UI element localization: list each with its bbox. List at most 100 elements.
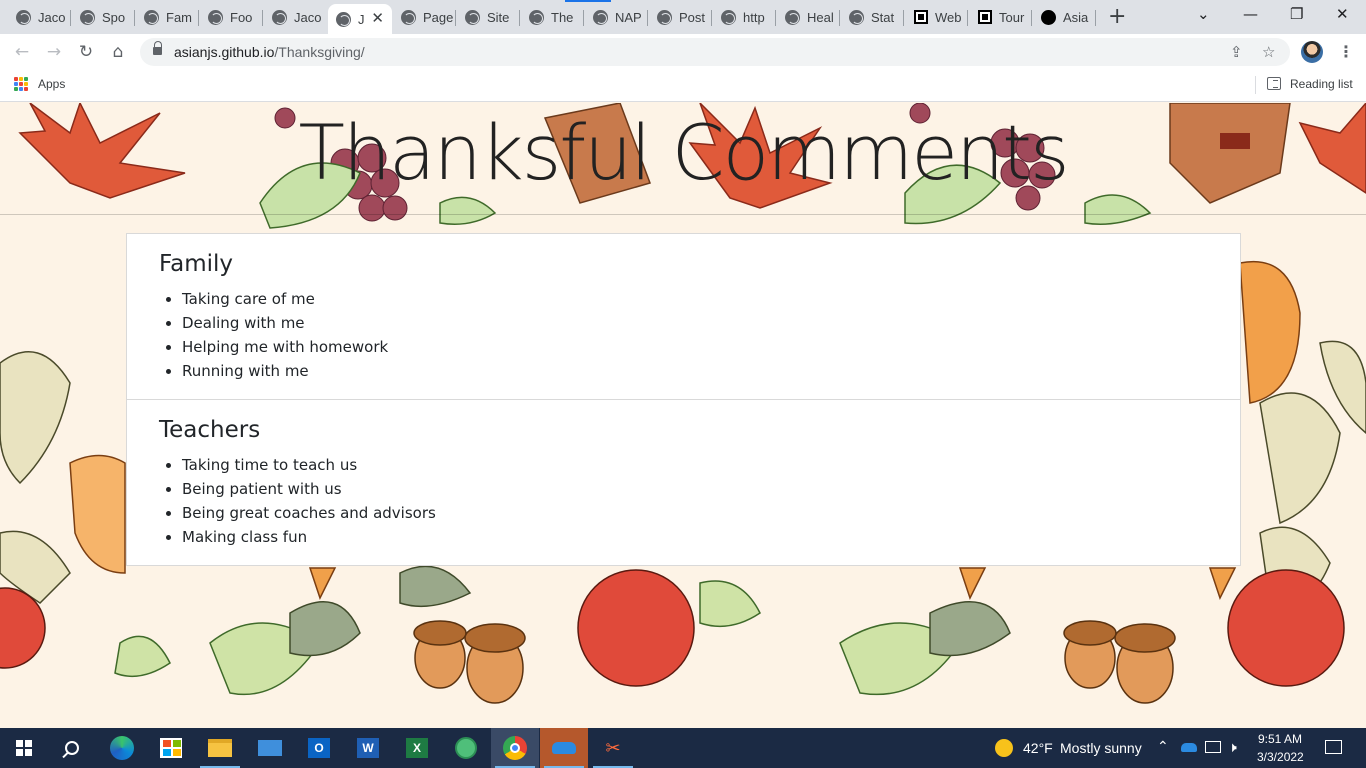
bookmarks-divider	[1255, 76, 1256, 94]
tab[interactable]: Web	[905, 4, 968, 30]
search-icon[interactable]	[48, 728, 96, 768]
chevron-up-icon[interactable]: ⌃	[1157, 738, 1169, 755]
clock-time[interactable]: 9:51 AM	[1258, 732, 1302, 746]
forward-arrow-icon[interactable]: →	[42, 40, 66, 64]
word-icon[interactable]: W	[344, 728, 392, 768]
tab[interactable]: Site	[457, 4, 520, 30]
menu-kebab-icon[interactable]: ⋮	[1338, 42, 1354, 61]
page-viewport: Thanksful Comments Family Taking care of…	[0, 103, 1366, 728]
tab[interactable]: Foo	[200, 4, 263, 30]
tab[interactable]: Post	[649, 4, 712, 30]
tab-label: Spo	[102, 9, 126, 25]
tab[interactable]: Jaco	[8, 4, 71, 30]
lock-icon[interactable]	[153, 41, 162, 56]
tab[interactable]: http	[713, 4, 776, 30]
tab-strip: Jaco Spo Fam Foo Jaco J ✕ Page Site The …	[0, 0, 1366, 34]
tab[interactable]: Fam	[136, 4, 199, 30]
apps-bookmark[interactable]: Apps	[38, 77, 65, 91]
section-list: Taking time to teach us Being patient wi…	[182, 453, 436, 549]
notifications-icon[interactable]	[1325, 740, 1342, 754]
bookmarks-bar	[0, 70, 1366, 102]
tab-label: Stat	[871, 9, 895, 25]
close-tab-icon[interactable]: ✕	[371, 9, 384, 27]
tab[interactable]: Spo	[72, 4, 135, 30]
bookmark-star-icon[interactable]: ☆	[1262, 43, 1275, 61]
onedrive-tray-icon[interactable]	[1181, 743, 1197, 752]
speaker-muted-icon[interactable]: 🕨	[1228, 739, 1237, 756]
square-logo-icon	[913, 10, 928, 25]
tab[interactable]: Tour	[969, 4, 1032, 30]
atom-icon[interactable]	[442, 728, 490, 768]
acorn-illustration	[413, 620, 1176, 704]
globe-icon	[401, 9, 416, 25]
list-item: Helping me with homework	[182, 335, 388, 359]
reload-icon[interactable]: ↻	[74, 40, 98, 64]
tab-loading-indicator	[565, 0, 611, 2]
section-card-teachers: Teachers Taking time to teach us Being p…	[126, 399, 1241, 566]
tab-label: Site	[487, 9, 510, 25]
tab-label: Foo	[230, 9, 253, 25]
section-card-family: Family Taking care of me Dealing with me…	[126, 233, 1241, 400]
profile-avatar[interactable]	[1301, 41, 1323, 63]
weather-temp[interactable]: 42°F	[1023, 740, 1053, 756]
mail-icon[interactable]	[246, 728, 294, 768]
tab-label: Tour	[999, 9, 1025, 25]
list-item: Taking care of me	[182, 287, 388, 311]
globe-icon	[465, 9, 480, 25]
tab-label: Jaco	[294, 9, 322, 25]
chrome-icon[interactable]	[491, 728, 539, 768]
excel-icon[interactable]: X	[393, 728, 441, 768]
back-arrow-icon[interactable]: ←	[10, 40, 34, 64]
tab-label: Heal	[807, 9, 834, 25]
snip-icon[interactable]: ✂	[589, 728, 637, 768]
list-item: Dealing with me	[182, 311, 388, 335]
globe-icon	[144, 9, 159, 25]
globe-icon	[785, 9, 800, 25]
list-item: Making class fun	[182, 525, 436, 549]
tab-label: Jaco	[38, 9, 66, 25]
reading-list-icon[interactable]	[1267, 77, 1281, 90]
windows-taskbar: O W X ✂ 42°F Mostly sunny ⌃ 🕨 9:51 AM 3/…	[0, 728, 1366, 768]
globe-icon	[529, 9, 544, 25]
globe-icon	[721, 9, 736, 25]
square-logo-icon	[977, 10, 992, 25]
tab[interactable]: Jaco	[264, 4, 327, 30]
minimize-icon[interactable]: —	[1243, 5, 1258, 23]
globe-icon	[80, 9, 95, 25]
file-explorer-icon[interactable]	[196, 728, 244, 768]
tab-search-chevron-icon[interactable]: ⌄	[1197, 5, 1210, 23]
tab[interactable]: Heal	[777, 4, 840, 30]
title-divider	[0, 214, 1366, 215]
tab-label: Web	[935, 9, 962, 25]
network-icon[interactable]	[1205, 741, 1221, 753]
store-icon[interactable]	[147, 728, 195, 768]
tab[interactable]: The	[521, 4, 584, 30]
outlook-icon[interactable]: O	[295, 728, 343, 768]
globe-icon	[657, 9, 672, 25]
tab-active[interactable]: J ✕	[328, 4, 392, 34]
tab[interactable]: Page	[393, 4, 456, 30]
url-text[interactable]: asianjs.github.io/Thanksgiving/	[174, 44, 365, 60]
address-bar[interactable]: asianjs.github.io/Thanksgiving/ ⇪ ☆	[140, 38, 1290, 66]
home-icon[interactable]: ⌂	[106, 40, 130, 64]
pie-illustration	[69, 454, 126, 574]
tab[interactable]: Asia	[1033, 4, 1096, 30]
new-tab-plus-icon[interactable]: +	[1108, 4, 1126, 29]
tab[interactable]: Stat	[841, 4, 904, 30]
restore-icon[interactable]: ❐	[1290, 5, 1303, 23]
share-icon[interactable]: ⇪	[1230, 43, 1243, 61]
weather-sun-icon[interactable]	[995, 739, 1013, 757]
section-heading: Family	[159, 251, 234, 277]
tab[interactable]: NAP	[585, 4, 648, 30]
edge-icon[interactable]	[98, 728, 146, 768]
clock-date[interactable]: 3/3/2022	[1257, 750, 1304, 764]
github-icon	[1041, 9, 1056, 25]
window-close-icon[interactable]: ✕	[1336, 5, 1349, 23]
tab-label: Page	[423, 9, 454, 25]
reading-list-button[interactable]: Reading list	[1290, 77, 1353, 91]
weather-text[interactable]: Mostly sunny	[1060, 740, 1142, 756]
onedrive-icon[interactable]	[540, 728, 588, 768]
apps-grid-icon[interactable]	[14, 77, 28, 91]
start-icon[interactable]	[0, 728, 48, 768]
globe-icon	[272, 9, 287, 25]
